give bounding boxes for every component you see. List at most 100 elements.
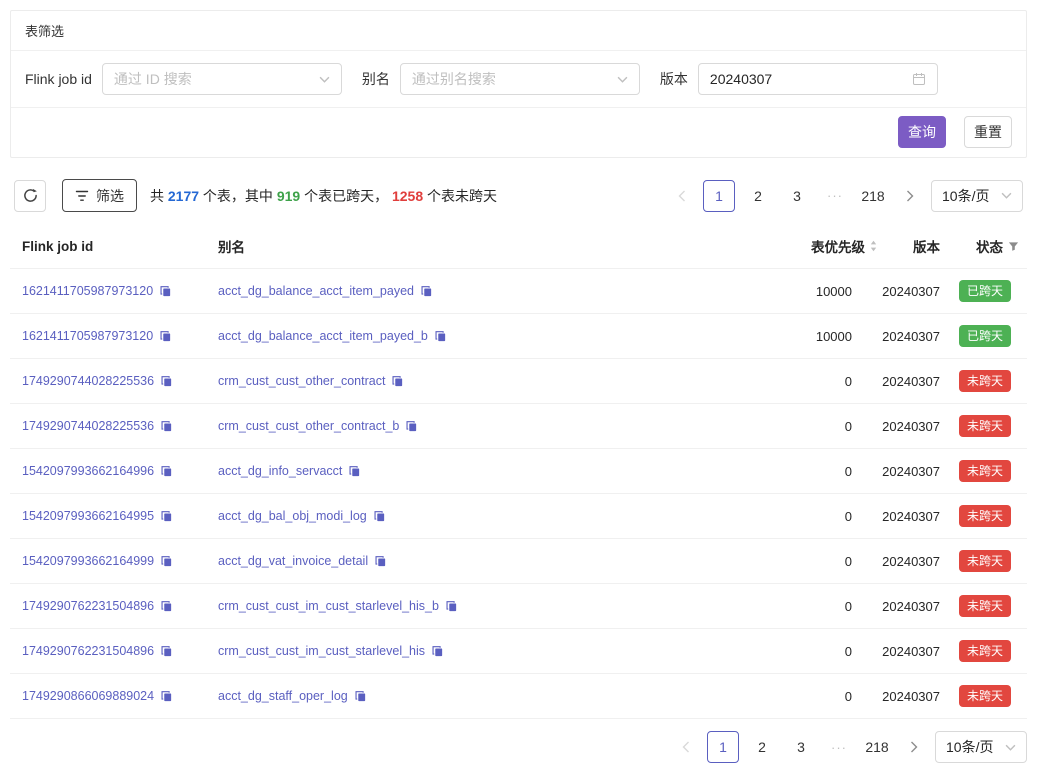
copy-icon[interactable] (160, 465, 173, 478)
page-button-1[interactable]: 1 (703, 180, 735, 212)
page-ellipsis[interactable]: ··· (820, 180, 850, 212)
status-badge: 未跨天 (959, 640, 1011, 662)
table-row: 1749290744028225536 crm_cust_cust_other_… (10, 359, 1027, 404)
page-button-1[interactable]: 1 (707, 731, 739, 763)
next-page-button[interactable] (896, 180, 924, 212)
pagination-top: 1 2 3 ··· 218 10条/页 (668, 180, 1023, 212)
column-header-version: 版本 (886, 236, 952, 256)
status-badge: 已跨天 (959, 325, 1011, 347)
prev-page-button[interactable] (668, 180, 696, 212)
column-header-priority-label: 表优先级 (811, 236, 865, 256)
alias-link[interactable]: acct_dg_info_servacct (218, 464, 342, 478)
status-badge: 未跨天 (959, 415, 1011, 437)
copy-icon[interactable] (373, 510, 386, 523)
copy-icon[interactable] (434, 330, 447, 343)
page-button-3[interactable]: 3 (785, 731, 817, 763)
alias-link[interactable]: crm_cust_cust_im_cust_starlevel_his (218, 644, 425, 658)
page-button-3[interactable]: 3 (781, 180, 813, 212)
table-row: 1621411705987973120 acct_dg_balance_acct… (10, 269, 1027, 314)
copy-icon[interactable] (445, 600, 458, 613)
copy-icon[interactable] (354, 690, 367, 703)
flink-job-id-link[interactable]: 1749290866069889024 (22, 689, 154, 703)
alias-field: 别名 通过别名搜索 (362, 63, 640, 95)
flink-job-id-link[interactable]: 1749290762231504896 (22, 644, 154, 658)
page-button-2[interactable]: 2 (742, 180, 774, 212)
priority-value: 10000 (661, 284, 886, 299)
version-date-value: 20240307 (710, 71, 772, 87)
funnel-icon (75, 189, 89, 203)
query-button[interactable]: 查询 (898, 116, 946, 148)
column-header-status-label: 状态 (976, 236, 1003, 256)
alias-link[interactable]: crm_cust_cust_other_contract (218, 374, 385, 388)
filter-panel-title: 表筛选 (11, 11, 1026, 51)
copy-icon[interactable] (160, 690, 173, 703)
flink-job-id-link[interactable]: 1749290762231504896 (22, 599, 154, 613)
table-row: 1749290762231504896 crm_cust_cust_im_cus… (10, 584, 1027, 629)
reset-button[interactable]: 重置 (964, 116, 1012, 148)
copy-icon[interactable] (160, 645, 173, 658)
refresh-icon (23, 188, 38, 203)
summary-crossed-count: 919 (277, 188, 300, 204)
column-header-status[interactable]: 状态 (952, 236, 1027, 256)
column-header-flink-job-id: Flink job id (10, 239, 206, 254)
alias-link[interactable]: crm_cust_cust_im_cust_starlevel_his_b (218, 599, 439, 613)
alias-select[interactable]: 通过别名搜索 (400, 63, 640, 95)
flink-job-id-link[interactable]: 1749290744028225536 (22, 374, 154, 388)
flink-job-id-link[interactable]: 1621411705987973120 (22, 284, 153, 298)
status-badge: 未跨天 (959, 460, 1011, 482)
funnel-icon[interactable] (1008, 241, 1019, 252)
summary-part: 个表，其中 (199, 188, 277, 204)
status-badge: 未跨天 (959, 685, 1011, 707)
prev-page-button[interactable] (672, 731, 700, 763)
chevron-right-icon (910, 741, 918, 753)
next-page-button[interactable] (900, 731, 928, 763)
copy-icon[interactable] (160, 375, 173, 388)
refresh-button[interactable] (14, 180, 46, 212)
alias-link[interactable]: crm_cust_cust_other_contract_b (218, 419, 399, 433)
filter-toggle-button[interactable]: 筛选 (62, 179, 137, 212)
copy-icon[interactable] (391, 375, 404, 388)
page-button-last[interactable]: 218 (861, 731, 893, 763)
summary-part: 个表已跨天， (300, 188, 392, 204)
priority-value: 0 (661, 644, 886, 659)
sort-carets-icon[interactable] (869, 239, 878, 253)
version-value: 20240307 (886, 554, 952, 569)
page-ellipsis[interactable]: ··· (824, 731, 854, 763)
column-header-priority[interactable]: 表优先级 (661, 236, 886, 256)
status-badge: 已跨天 (959, 280, 1011, 302)
copy-icon[interactable] (159, 285, 172, 298)
flink-job-id-link[interactable]: 1749290744028225536 (22, 419, 154, 433)
table: Flink job id 别名 表优先级 版本 状态 1621411705987… (10, 224, 1027, 719)
flink-job-id-placeholder: 通过 ID 搜索 (114, 69, 192, 89)
page: 表筛选 Flink job id 通过 ID 搜索 别名 通过别名搜索 (0, 0, 1037, 767)
alias-link[interactable]: acct_dg_balance_acct_item_payed_b (218, 329, 428, 343)
alias-link[interactable]: acct_dg_balance_acct_item_payed (218, 284, 414, 298)
copy-icon[interactable] (160, 555, 173, 568)
flink-job-id-field: Flink job id 通过 ID 搜索 (25, 63, 342, 95)
copy-icon[interactable] (159, 330, 172, 343)
version-label: 版本 (660, 69, 688, 89)
filter-panel: 表筛选 Flink job id 通过 ID 搜索 别名 通过别名搜索 (10, 10, 1027, 158)
flink-job-id-select[interactable]: 通过 ID 搜索 (102, 63, 342, 95)
flink-job-id-link[interactable]: 1542097993662164996 (22, 464, 154, 478)
version-date-input[interactable]: 20240307 (698, 63, 938, 95)
page-button-2[interactable]: 2 (746, 731, 778, 763)
copy-icon[interactable] (348, 465, 361, 478)
alias-link[interactable]: acct_dg_bal_obj_modi_log (218, 509, 367, 523)
flink-job-id-link[interactable]: 1542097993662164995 (22, 509, 154, 523)
copy-icon[interactable] (405, 420, 418, 433)
alias-link[interactable]: acct_dg_vat_invoice_detail (218, 554, 368, 568)
copy-icon[interactable] (431, 645, 444, 658)
copy-icon[interactable] (420, 285, 433, 298)
copy-icon[interactable] (160, 600, 173, 613)
copy-icon[interactable] (160, 420, 173, 433)
flink-job-id-link[interactable]: 1621411705987973120 (22, 329, 153, 343)
page-size-select[interactable]: 10条/页 (935, 731, 1027, 763)
page-size-select[interactable]: 10条/页 (931, 180, 1023, 212)
page-button-last[interactable]: 218 (857, 180, 889, 212)
version-value: 20240307 (886, 464, 952, 479)
flink-job-id-link[interactable]: 1542097993662164999 (22, 554, 154, 568)
copy-icon[interactable] (374, 555, 387, 568)
alias-link[interactable]: acct_dg_staff_oper_log (218, 689, 348, 703)
copy-icon[interactable] (160, 510, 173, 523)
